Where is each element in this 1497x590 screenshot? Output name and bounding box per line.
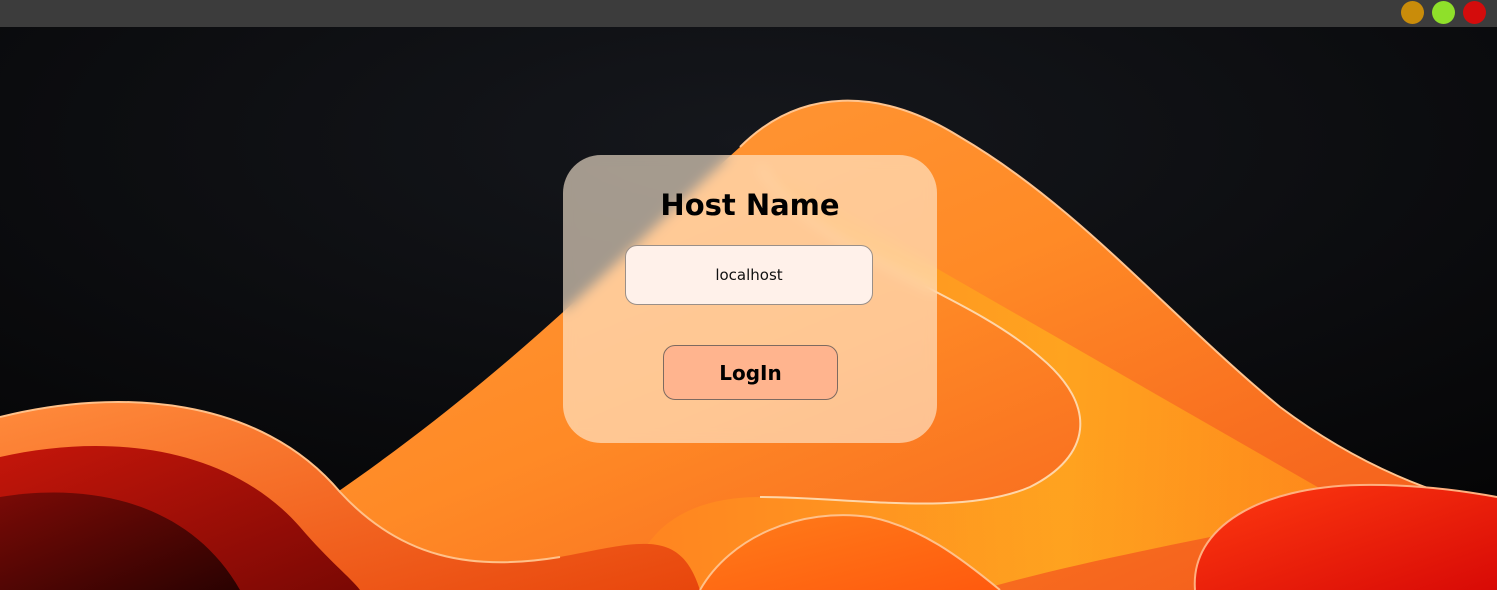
host-name-heading: Host Name [660,188,840,222]
close-button[interactable] [1463,1,1486,24]
login-card: Host Name LogIn [563,155,937,443]
host-name-input[interactable] [625,245,873,305]
app-window: Host Name LogIn [0,0,1497,590]
maximize-button[interactable] [1432,1,1455,24]
title-bar [0,0,1497,27]
login-button[interactable]: LogIn [663,345,838,400]
minimize-button[interactable] [1401,1,1424,24]
